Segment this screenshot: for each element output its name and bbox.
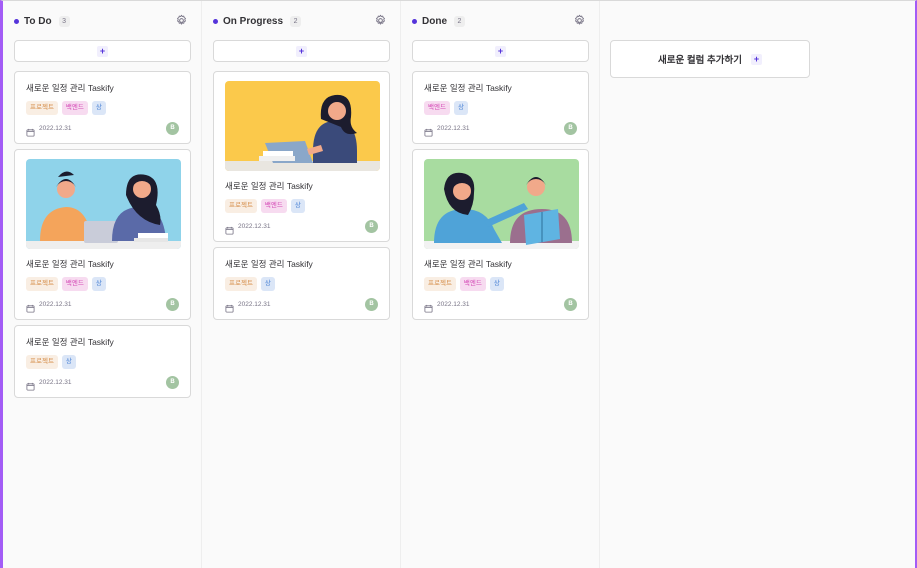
task-card[interactable]: 새로운 일정 관리 Taskify 프로젝트 상 2022.12.31 B: [213, 247, 390, 320]
tag-chip: 상: [290, 199, 305, 213]
calendar-icon: [26, 378, 35, 391]
tag-list: 프로젝트 백엔드 상: [26, 101, 179, 115]
tag-chip: 상: [489, 277, 504, 291]
add-card-button[interactable]: +: [213, 40, 390, 62]
due-date: 2022.12.31: [39, 125, 72, 132]
card-image: [424, 159, 579, 249]
column-header: On Progress 2: [213, 11, 390, 31]
gear-icon[interactable]: [573, 14, 586, 27]
due-date: 2022.12.31: [39, 301, 72, 308]
tag-chip: 백엔드: [61, 277, 88, 291]
tag-chip: 상: [91, 277, 106, 291]
calendar-icon: [26, 300, 35, 313]
avatar: B: [166, 298, 179, 311]
task-card[interactable]: 새로운 일정 관리 Taskify 프로젝트 백엔드 상 2022.12.31 B: [412, 149, 589, 320]
due-date: 2022.12.31: [39, 379, 72, 386]
card-title: 새로운 일정 관리 Taskify: [424, 259, 512, 269]
column-header: To Do 3: [14, 11, 191, 31]
avatar: B: [365, 220, 378, 233]
card-image: [225, 81, 380, 171]
card-title: 새로운 일정 관리 Taskify: [26, 83, 114, 93]
card-count-badge: 2: [454, 15, 465, 27]
gear-icon[interactable]: [374, 14, 387, 27]
due-date: 2022.12.31: [437, 301, 470, 308]
avatar: B: [166, 376, 179, 389]
calendar-icon: [225, 300, 234, 313]
avatar: B: [365, 298, 378, 311]
card-title: 새로운 일정 관리 Taskify: [424, 83, 512, 93]
task-card[interactable]: 새로운 일정 관리 Taskify 프로젝트 백엔드 상 2022.12.31 B: [14, 149, 191, 320]
tag-list: 프로젝트 백엔드 상: [225, 199, 378, 213]
tag-chip: 프로젝트: [26, 355, 58, 369]
card-meta: 2022.12.31 B: [424, 298, 577, 313]
tag-list: 프로젝트 상: [26, 355, 179, 369]
column-done: Done 2 + 새로운 일정 관리 Taskify 백엔드 상 2022.12.…: [401, 1, 600, 568]
card-title: 새로운 일정 관리 Taskify: [26, 259, 114, 269]
tag-chip: 상: [453, 101, 468, 115]
calendar-icon: [424, 300, 433, 313]
add-card-button[interactable]: +: [412, 40, 589, 62]
tag-chip: 백엔드: [459, 277, 486, 291]
add-card-button[interactable]: +: [14, 40, 191, 62]
plus-icon: +: [97, 45, 108, 57]
task-card[interactable]: 새로운 일정 관리 Taskify 프로젝트 백엔드 상 2022.12.31 B: [213, 71, 390, 242]
card-meta: 2022.12.31 B: [225, 220, 378, 235]
task-card[interactable]: 새로운 일정 관리 Taskify 백엔드 상 2022.12.31 B: [412, 71, 589, 144]
tag-chip: 상: [61, 355, 76, 369]
task-card[interactable]: 새로운 일정 관리 Taskify 프로젝트 백엔드 상 2022.12.31 B: [14, 71, 191, 144]
card-meta: 2022.12.31 B: [26, 122, 179, 137]
card-count-badge: 3: [58, 15, 70, 27]
calendar-icon: [225, 222, 234, 235]
avatar: B: [564, 122, 577, 135]
tag-chip: 상: [91, 101, 106, 115]
plus-icon: +: [296, 45, 307, 57]
avatar: B: [564, 298, 577, 311]
calendar-icon: [26, 124, 35, 137]
tag-chip: 프로젝트: [225, 277, 257, 291]
column-on-progress: On Progress 2 + 새로운 일정 관리 Taskify 프로젝트 백엔…: [202, 1, 401, 568]
column-to-do: To Do 3 + 새로운 일정 관리 Taskify 프로젝트 백엔드 상 202…: [3, 1, 202, 568]
column-header: Done 2: [412, 11, 589, 31]
column-title: To Do: [24, 15, 52, 27]
kanban-board: To Do 3 + 새로운 일정 관리 Taskify 프로젝트 백엔드 상 202…: [3, 1, 600, 568]
card-image: [26, 159, 181, 249]
column-title: On Progress: [223, 15, 284, 27]
tag-chip: 상: [260, 277, 275, 291]
add-column-label: 새로운 컬럼 추가하기: [658, 55, 742, 66]
tag-chip: 백엔드: [424, 101, 450, 115]
tag-chip: 프로젝트: [26, 101, 58, 115]
card-title: 새로운 일정 관리 Taskify: [225, 181, 313, 191]
card-meta: 2022.12.31 B: [225, 298, 378, 313]
card-meta: 2022.12.31 B: [26, 298, 179, 313]
due-date: 2022.12.31: [238, 301, 271, 308]
calendar-icon: [424, 124, 433, 137]
tag-chip: 프로젝트: [424, 277, 456, 291]
card-title: 새로운 일정 관리 Taskify: [26, 337, 114, 347]
plus-icon: +: [750, 53, 762, 65]
tag-list: 프로젝트 백엔드 상: [424, 277, 577, 291]
tag-chip: 백엔드: [61, 101, 88, 115]
column-title: Done: [422, 15, 447, 27]
tag-chip: 프로젝트: [26, 277, 58, 291]
due-date: 2022.12.31: [238, 223, 271, 230]
due-date: 2022.12.31: [437, 125, 470, 132]
tag-list: 백엔드 상: [424, 101, 577, 115]
tag-chip: 백엔드: [260, 199, 287, 213]
task-card[interactable]: 새로운 일정 관리 Taskify 프로젝트 상 2022.12.31 B: [14, 325, 191, 398]
tag-chip: 프로젝트: [225, 199, 257, 213]
card-count-badge: 2: [290, 15, 302, 27]
column-dot-icon: [412, 18, 417, 24]
card-meta: 2022.12.31 B: [26, 376, 179, 391]
column-dot-icon: [14, 18, 19, 24]
card-meta: 2022.12.31 B: [424, 122, 577, 137]
add-column-button[interactable]: 새로운 컬럼 추가하기 +: [610, 40, 810, 78]
avatar: B: [166, 122, 179, 135]
gear-icon[interactable]: [175, 14, 188, 27]
card-title: 새로운 일정 관리 Taskify: [225, 259, 313, 269]
column-dot-icon: [213, 18, 218, 24]
tag-list: 프로젝트 상: [225, 277, 378, 291]
tag-list: 프로젝트 백엔드 상: [26, 277, 179, 291]
plus-icon: +: [495, 45, 506, 57]
